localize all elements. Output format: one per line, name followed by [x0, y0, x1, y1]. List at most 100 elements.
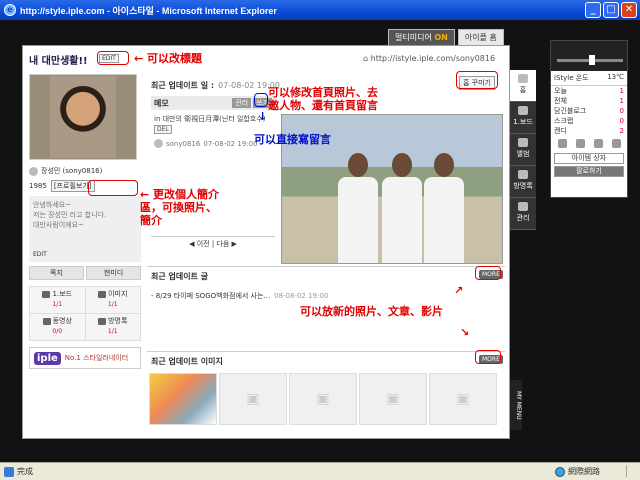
next-label: 다음 [216, 240, 230, 248]
row-key: 담긴블로그 [554, 107, 587, 115]
menu-label: 앨범 [516, 150, 530, 158]
image-placeholder-icon: ▣ [429, 373, 497, 425]
intro-line: 저는 장성민 라고 합니다. [33, 211, 107, 219]
memo-content: in 대만의 衛視日月潭(닌터 일합호수) [154, 115, 266, 123]
status-text: 完成 [17, 467, 33, 476]
stat-count: 1/1 [107, 328, 118, 335]
annotation-write: 可以直接寫留言 [254, 133, 331, 146]
row-value: 1 [619, 87, 624, 95]
shield-icon[interactable] [593, 139, 603, 148]
menu-label: 홈 [519, 86, 527, 94]
annotation-line: ← 更改個人簡介 [140, 188, 220, 201]
recent-post-item[interactable]: - 8/29 타이페 SOGO백화점에서 사는... 08-08-02 19:00 [151, 291, 503, 301]
iple-logo: iple [34, 351, 61, 365]
side-menu: 홈 1.보드 앨범 방명록 관리 [510, 70, 536, 230]
annotation-box-more-posts [475, 266, 501, 280]
memo-date: 07-08-02 19:00 [203, 139, 258, 148]
update-header-label: 최근 업데이트 일 : [151, 81, 215, 90]
window-titlebar: e http://style.iple.com - 아이스타일 - Micros… [0, 0, 640, 20]
iple-banner[interactable]: iple No.1 스타일러네이터 [29, 347, 141, 369]
row-value: 0 [619, 107, 624, 115]
security-zone: 網際網路 [555, 466, 600, 477]
annotation-profile: ← 更改個人簡介 區，可換照片、 簡介 [140, 188, 219, 227]
tab-iple-home[interactable]: 아이플 홈 [457, 29, 504, 45]
window-title: http://style.iple.com - 아이스타일 - Microsof… [20, 5, 277, 16]
memo-author: sony0816 [166, 139, 201, 148]
blog-url[interactable]: ⌂ http://istyle.iple.com/sony0816 [363, 54, 495, 63]
recent-posts-title: 최근 업데이트 글 [151, 272, 209, 281]
stat-board[interactable]: 1.보드 1/1 [30, 287, 85, 313]
tab-multimedia-state: ON [434, 33, 448, 42]
intro-line: 안녕하세요~ [33, 201, 72, 209]
item-box-button[interactable]: 아이템 상자 [554, 153, 624, 164]
menu-guestbook[interactable]: 방명록 [510, 166, 536, 198]
widget-header-label: iStyle 온도 [554, 74, 589, 82]
photo-person [338, 153, 378, 263]
menu-album[interactable]: 앨범 [510, 134, 536, 166]
menu-label: 관리 [516, 214, 530, 222]
intro-box: 안녕하세요~ 저는 장성민 라고 합니다. 대만사람이에요~ EDIT [29, 196, 141, 262]
stat-guestbook[interactable]: 방명록 1/1 [85, 314, 140, 340]
status-bar: 完成 網際網路 [0, 462, 640, 480]
memo-delete-button[interactable]: DEL [154, 125, 172, 134]
album-icon [518, 138, 528, 147]
stat-label: 1.보드 [52, 290, 73, 298]
update-header: 최근 업데이트 일 :07-08-02 19:00 [151, 80, 280, 91]
message-button[interactable]: 쪽지 [29, 266, 84, 280]
minimize-button[interactable]: _ [585, 2, 601, 18]
resize-grip[interactable] [626, 465, 638, 477]
profile-photo[interactable] [29, 74, 137, 160]
stat-count: 0/0 [52, 328, 63, 335]
annotation-box-title [97, 51, 129, 65]
stat-video[interactable]: 동영상 0/0 [30, 314, 85, 340]
widget-bar [551, 41, 627, 71]
slider-knob[interactable] [589, 55, 595, 65]
stat-label: 동영상 [52, 317, 72, 325]
menu-board[interactable]: 1.보드 [510, 102, 536, 134]
divider [147, 266, 505, 267]
widget-temperature: 13℃ [607, 73, 624, 81]
birth-year: 1985 [29, 182, 47, 190]
stat-count: 1/1 [107, 301, 118, 308]
annotation-arrow-up: ↗ [454, 284, 464, 297]
zone-text: 網際網路 [568, 467, 600, 476]
memo-manage-button[interactable]: 관리 [232, 98, 252, 108]
widget-header: iStyle 온도 13℃ [551, 71, 627, 86]
widget-row: 오늘 1 [551, 86, 627, 96]
guestbook-icon [518, 170, 528, 179]
close-button[interactable]: ✕ [621, 2, 637, 18]
user-icon[interactable] [575, 139, 585, 148]
my-menu-tab[interactable]: MY MENU [510, 380, 522, 430]
menu-home[interactable]: 홈 [510, 70, 536, 102]
photo-person [424, 153, 464, 263]
menu-admin[interactable]: 관리 [510, 198, 536, 230]
divider [147, 351, 505, 352]
note-icon[interactable] [611, 139, 621, 148]
guestbook-icon [98, 317, 107, 325]
image-thumb[interactable] [149, 373, 217, 425]
stats-grid: 1.보드 1/1 이미지 1/1 동영상 0/0 방명록 1/1 [29, 286, 141, 341]
stats-widget: iStyle 온도 13℃ 오늘 1 전체 1 담긴블로그 0 스크랩 0 캔디 2 아이… [550, 40, 628, 198]
follow-button[interactable]: 팔로하기 [554, 166, 624, 177]
prev-button[interactable]: ◀ 이전 [189, 240, 210, 248]
annotation-line: 可以修改首頁照片、去 [268, 86, 378, 99]
top-tabs: 멀티미디어 ON 아이플 홈 [388, 29, 504, 45]
annotation-new-content: 可以放新的照片、文章、影片 [300, 305, 443, 318]
row-value: 0 [619, 117, 624, 125]
intro-edit-button[interactable]: EDIT [33, 250, 47, 260]
blog-title: 내 대만생활!! [29, 56, 88, 67]
tab-multimedia[interactable]: 멀티미디어 ON [388, 29, 455, 45]
profile-name: 장성민 (sony0816) [41, 167, 103, 175]
smile-icon[interactable] [557, 139, 567, 148]
widget-row: 캔디 2 [551, 126, 627, 136]
maximize-button[interactable]: □ [603, 2, 619, 18]
person-icon [29, 166, 38, 176]
row-key: 캔디 [554, 127, 567, 135]
image-placeholder-icon: ▣ [219, 373, 287, 425]
widget-row: 스크랩 0 [551, 116, 627, 126]
next-button[interactable]: 다음 ▶ [216, 240, 237, 248]
minidi-button[interactable]: 현미디 [86, 266, 141, 280]
stat-label: 이미지 [108, 290, 128, 298]
image-icon [98, 290, 107, 298]
stat-image[interactable]: 이미지 1/1 [85, 287, 140, 313]
